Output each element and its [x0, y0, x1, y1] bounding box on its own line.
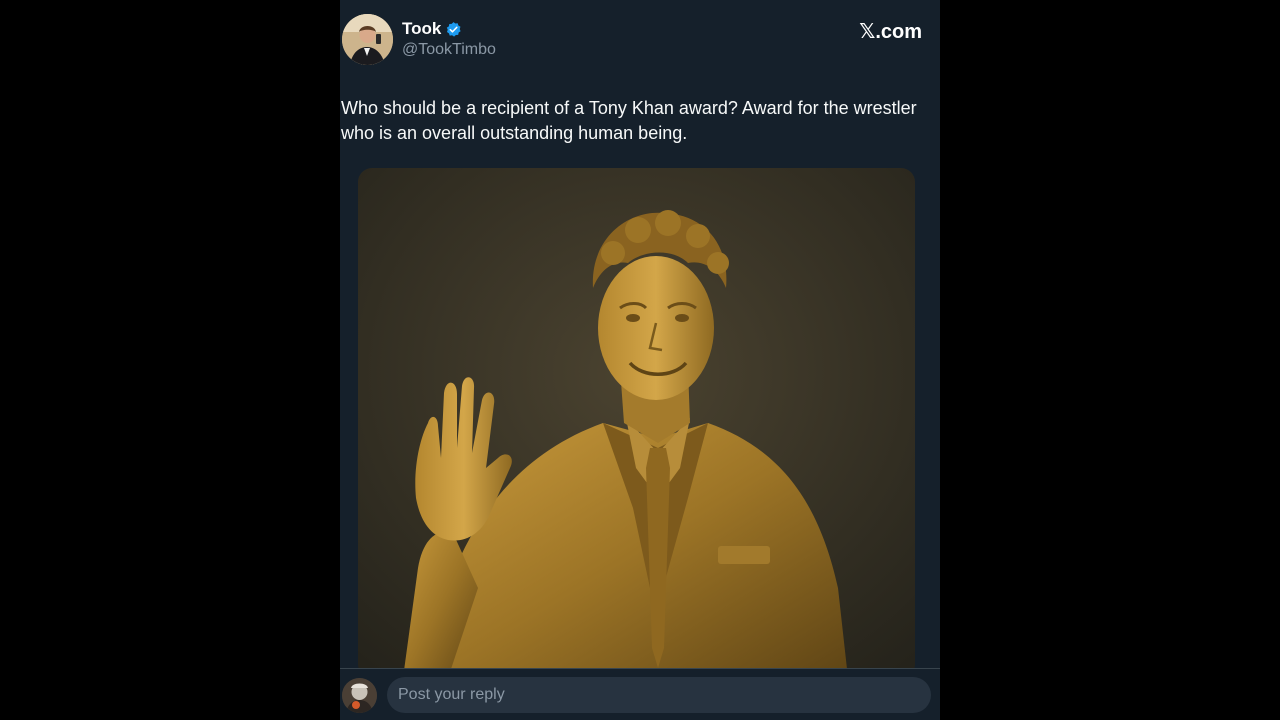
- verified-badge-icon: [445, 21, 462, 38]
- x-logo-icon: 𝕏.com: [859, 21, 922, 43]
- author-name-row: Took: [402, 19, 462, 39]
- author-name[interactable]: Took: [402, 19, 441, 39]
- author-handle[interactable]: @TookTimbo: [402, 41, 496, 59]
- tweet-text: Who should be a recipient of a Tony Khan…: [341, 98, 917, 143]
- reply-composer: [340, 668, 940, 720]
- author-avatar[interactable]: [342, 14, 393, 65]
- tweet-media-image[interactable]: [358, 168, 915, 678]
- tweet-panel: Took @TookTimbo 𝕏.com Who should be a re…: [340, 0, 940, 720]
- reply-input[interactable]: [387, 677, 931, 713]
- user-avatar[interactable]: [342, 678, 377, 713]
